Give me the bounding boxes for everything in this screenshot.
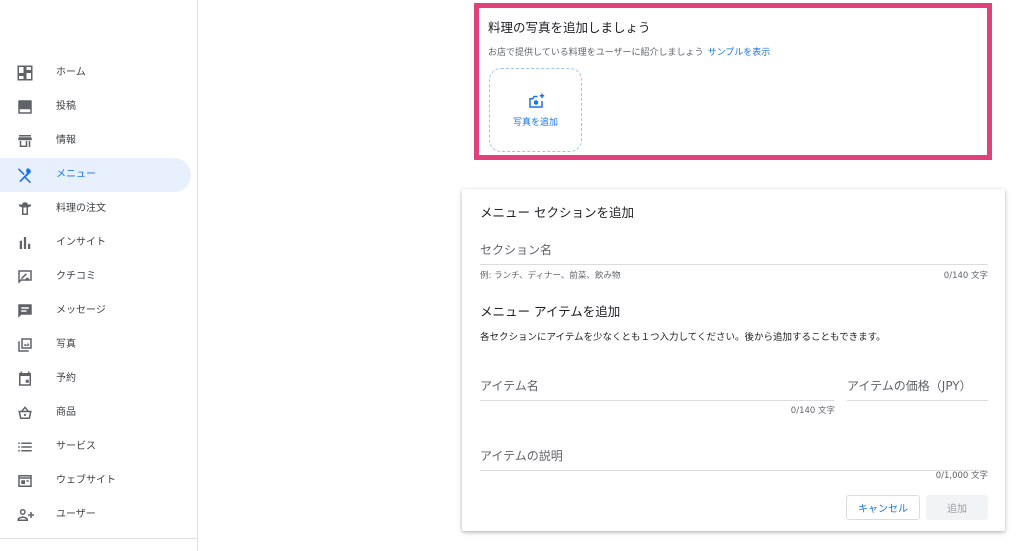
sidebar-item-insights[interactable]: インサイト xyxy=(0,226,191,260)
sidebar-divider xyxy=(0,538,198,539)
sidebar-item-products[interactable]: 商品 xyxy=(0,396,191,430)
post-icon xyxy=(16,98,34,116)
sidebar-item-info[interactable]: 情報 xyxy=(0,124,191,158)
add-photo-button[interactable]: 写真を追加 xyxy=(489,68,582,152)
sidebar-item-food-orders[interactable]: 料理の注文 xyxy=(0,192,191,226)
sidebar-item-posts[interactable]: 投稿 xyxy=(0,90,191,124)
cancel-button[interactable]: キャンセル xyxy=(846,495,920,520)
section-name-counter: 0/140 文字 xyxy=(943,271,988,281)
sidebar-item-label: ユーザー xyxy=(56,509,96,520)
sidebar-item-label: ホーム xyxy=(56,67,86,78)
basket-icon xyxy=(16,404,34,422)
sidebar-item-messages[interactable]: メッセージ xyxy=(0,294,191,328)
sidebar-item-home[interactable]: ホーム xyxy=(0,56,191,90)
item-name-input[interactable]: アイテム名 xyxy=(480,377,835,401)
sidebar-item-bookings[interactable]: 予約 xyxy=(0,362,191,396)
add-menu-section-card: メニュー セクションを追加 セクション名 例: ランチ、ディナー、前菜、飲み物 … xyxy=(462,189,1005,531)
add-photo-icon xyxy=(528,93,544,108)
add-user-icon xyxy=(16,506,34,524)
menu-item-title: メニュー アイテムを追加 xyxy=(480,304,621,319)
sidebar-item-label: 商品 xyxy=(56,407,76,418)
sidebar-item-label: 料理の注文 xyxy=(56,203,106,214)
photo-card-title: 料理の写真を追加しましょう xyxy=(488,20,651,35)
menu-section-title: メニュー セクションを追加 xyxy=(480,205,634,220)
sidebar-item-website[interactable]: ウェブサイト xyxy=(0,464,191,498)
storefront-icon xyxy=(16,132,34,150)
review-icon xyxy=(16,268,34,286)
utensils-icon xyxy=(16,166,34,184)
sidebar-item-label: 投稿 xyxy=(56,101,76,112)
sidebar-item-services[interactable]: サービス xyxy=(0,430,191,464)
bar-chart-icon xyxy=(16,234,34,252)
add-button[interactable]: 追加 xyxy=(926,495,988,520)
sidebar-item-label: メッセージ xyxy=(56,305,106,316)
sidebar-item-label: 写真 xyxy=(56,339,76,350)
add-dish-photos-card: 料理の写真を追加しましょう お店で提供している料理をユーザーに紹介しましょう サン… xyxy=(474,3,992,160)
website-icon xyxy=(16,472,34,490)
sidebar-item-reviews[interactable]: クチコミ xyxy=(0,260,191,294)
sidebar-item-photos[interactable]: 写真 xyxy=(0,328,191,362)
sidebar-item-label: サービス xyxy=(56,441,96,452)
section-name-input[interactable]: セクション名 xyxy=(480,241,988,265)
item-description-counter: 0/1,000 文字 xyxy=(935,471,988,481)
item-price-input[interactable]: アイテムの価格（JPY） xyxy=(847,377,988,401)
sidebar-item-label: クチコミ xyxy=(56,271,96,282)
photo-library-icon xyxy=(16,336,34,354)
sidebar-item-label: 情報 xyxy=(56,135,76,146)
show-sample-link[interactable]: サンプルを表示 xyxy=(708,48,771,58)
sidebar-item-label: ウェブサイト xyxy=(56,475,116,486)
sidebar-nav: ホーム 投稿 情報 メニュー 料理の注文 インサイト クチコミ メッセージ 写真… xyxy=(0,0,198,551)
sidebar-item-users[interactable]: ユーザー xyxy=(0,498,191,532)
section-name-hint: 例: ランチ、ディナー、前菜、飲み物 xyxy=(480,271,621,281)
photo-card-description: お店で提供している料理をユーザーに紹介しましょう xyxy=(488,48,704,58)
sidebar-item-label: メニュー xyxy=(56,169,96,180)
message-icon xyxy=(16,302,34,320)
item-name-counter: 0/140 文字 xyxy=(790,406,835,416)
photo-card-subtitle: お店で提供している料理をユーザーに紹介しましょう サンプルを表示 xyxy=(488,45,770,58)
item-description-input[interactable]: アイテムの説明 xyxy=(480,447,988,471)
food-order-icon xyxy=(16,200,34,218)
sidebar-item-label: 予約 xyxy=(56,373,76,384)
list-icon xyxy=(16,438,34,456)
menu-item-instruction: 各セクションにアイテムを少なくとも１つ入力してください。後から追加することもでき… xyxy=(480,332,886,343)
add-photo-label: 写真を追加 xyxy=(512,118,558,128)
calendar-icon xyxy=(16,370,34,388)
sidebar-item-menu[interactable]: メニュー xyxy=(0,158,191,192)
sidebar-item-label: インサイト xyxy=(56,237,106,248)
dashboard-icon xyxy=(16,64,34,82)
